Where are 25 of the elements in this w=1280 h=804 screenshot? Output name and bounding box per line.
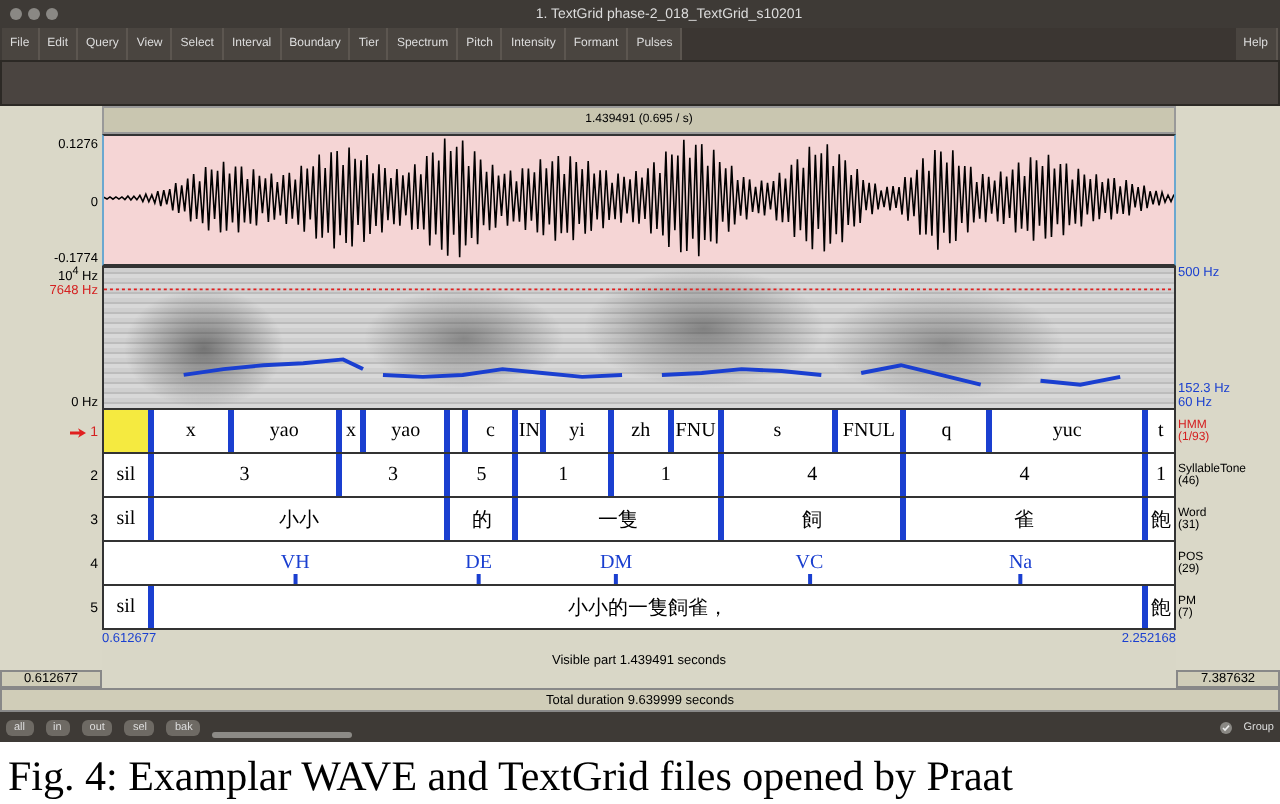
scrollbar[interactable]	[212, 732, 353, 738]
interval[interactable]: sil	[104, 586, 148, 628]
point-label: DE	[465, 552, 492, 574]
point-marker[interactable]	[614, 574, 619, 584]
group-checkbox[interactable]	[1219, 721, 1232, 733]
tier-row[interactable]: sil 小小 的 一隻 飼 雀 飽	[102, 498, 1176, 542]
point-label: Na	[1008, 552, 1033, 574]
point-marker[interactable]	[476, 574, 481, 584]
point-label: DM	[599, 552, 633, 574]
window-controls-icon[interactable]	[10, 8, 58, 20]
figure-caption: Fig. 4: Examplar WAVE and TextGrid files opened by Praat	[6, 750, 1015, 800]
tier-row[interactable]: sil 3 3 5 1 1 4 4 1	[102, 454, 1176, 498]
point-label: VC	[795, 552, 824, 574]
point-marker[interactable]	[1018, 574, 1023, 584]
interval[interactable]: sil	[104, 498, 148, 540]
text-field[interactable]	[0, 60, 1280, 106]
tier-row[interactable]: sil 小小的一隻飼雀， 飽	[102, 586, 1176, 630]
interval[interactable]: 小小的一隻飼雀，	[147, 586, 1143, 628]
tier-row[interactable]: VH DE DM VC Na	[102, 542, 1176, 586]
pointer-icon	[70, 427, 87, 437]
tier-row[interactable]: x yao x yao c IN yi zh FNU s FNUL q yuc t	[102, 410, 1176, 454]
point-marker[interactable]	[807, 574, 812, 584]
interval[interactable]: sil	[104, 454, 148, 496]
point-label: VH	[280, 552, 310, 574]
point-marker[interactable]	[293, 574, 298, 584]
